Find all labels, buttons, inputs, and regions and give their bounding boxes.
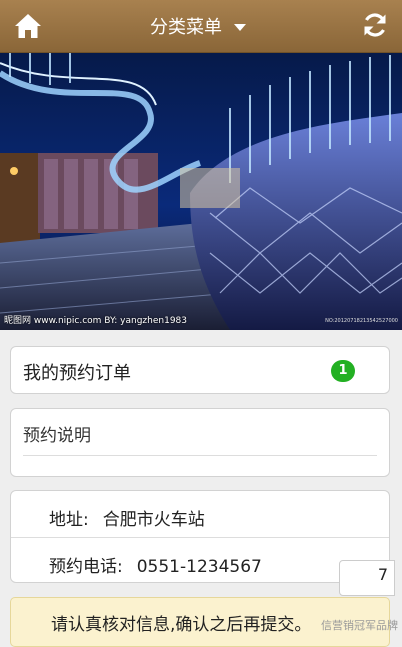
- top-navigation-bar: 分类菜单: [0, 0, 402, 53]
- home-icon[interactable]: [13, 11, 43, 41]
- banner-image: 昵图网 www.nipic.com BY: yangzhen1983 NO:20…: [0, 53, 402, 330]
- refresh-icon[interactable]: [360, 10, 390, 40]
- caret-down-icon: [234, 23, 246, 31]
- orders-count-badge: 1: [331, 360, 355, 382]
- floating-side-button[interactable]: 7: [339, 560, 395, 596]
- phone-label: 预约电话:: [49, 557, 123, 577]
- brand-watermark: 信营销冠军品牌: [321, 619, 398, 632]
- page-title: 分类菜单: [150, 17, 222, 38]
- banner-watermark: 昵图网 www.nipic.com BY: yangzhen1983: [4, 316, 187, 326]
- phone-row[interactable]: 预约电话: 0551-1234567: [49, 552, 262, 577]
- my-orders-label: 我的预约订单: [23, 363, 131, 384]
- booking-notes-card: 预约说明: [10, 408, 390, 477]
- address-value: 合肥市火车站: [102, 510, 205, 530]
- address-row: 地址: 合肥市火车站: [49, 505, 205, 530]
- floating-button-label: 7: [377, 565, 388, 584]
- divider: [23, 455, 377, 456]
- booking-notes-label: 预约说明: [23, 426, 91, 446]
- divider: [11, 537, 389, 538]
- banner-watermark-code: NO:20120718213542527000: [325, 318, 398, 324]
- address-label: 地址:: [49, 510, 89, 530]
- contact-info-card: 地址: 合肥市火车站 预约电话: 0551-1234567: [10, 490, 390, 583]
- my-orders-row[interactable]: 我的预约订单 1: [10, 346, 390, 394]
- category-menu-dropdown[interactable]: 分类菜单: [150, 13, 246, 39]
- notice-text: 请认真核对信息,确认之后再提交。: [51, 615, 312, 635]
- phone-value[interactable]: 0551-1234567: [137, 557, 262, 577]
